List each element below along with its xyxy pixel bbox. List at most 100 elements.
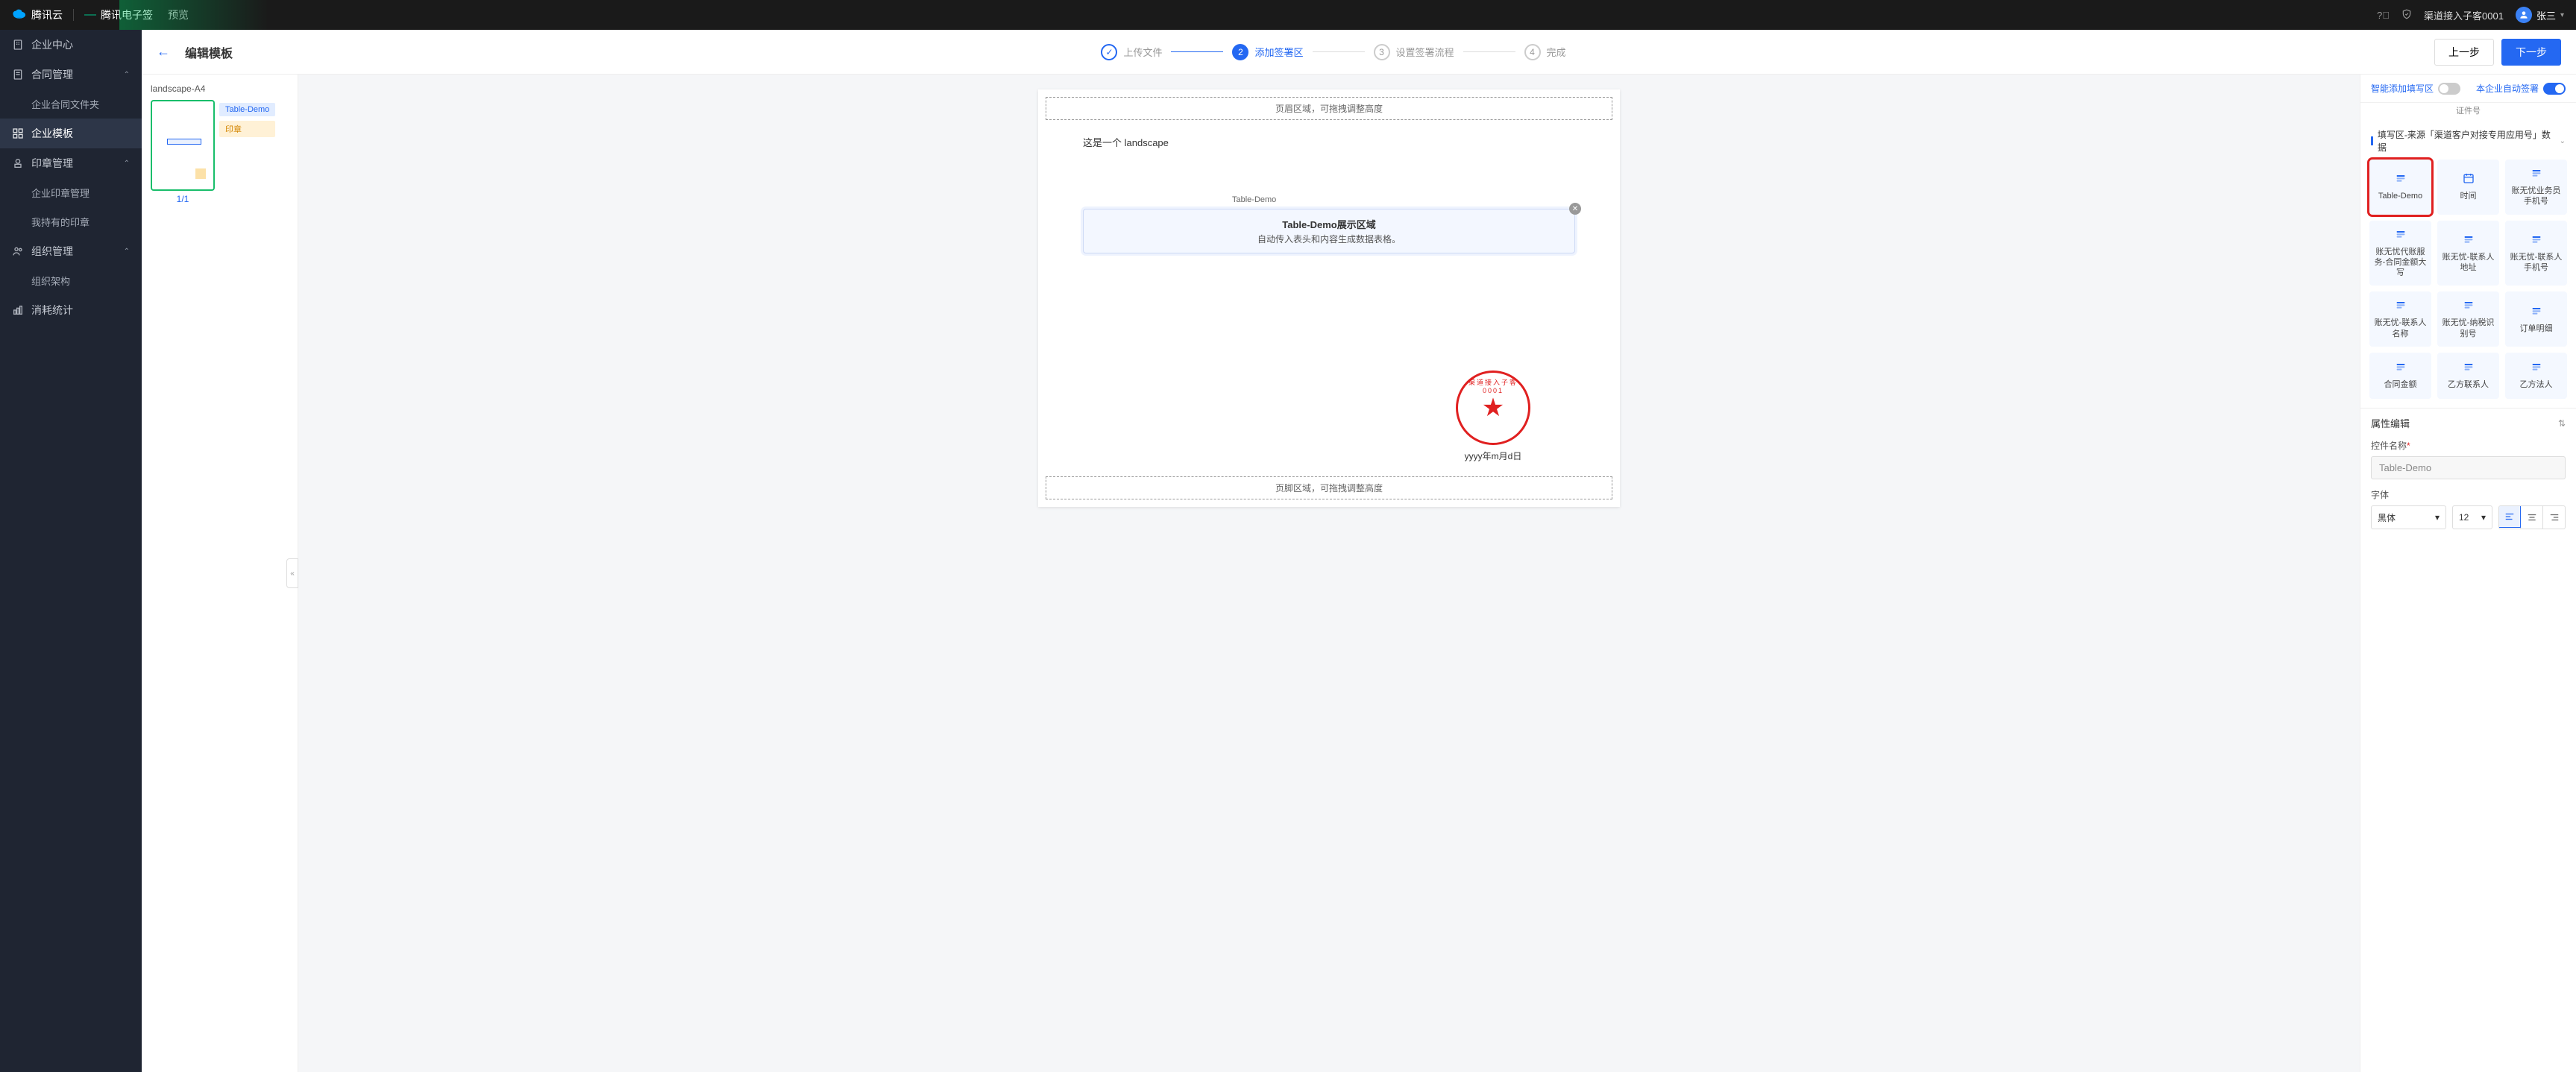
step-2: 2添加签署区 [1232, 44, 1303, 60]
thumb-tag-table[interactable]: Table-Demo [219, 103, 275, 116]
product-icon: ⎯⎯ [84, 8, 96, 22]
tile-label: 账无忧-联系人地址 [2440, 252, 2496, 274]
brand-text: 腾讯云 [31, 7, 63, 22]
field-tile-Table-Demo[interactable]: Table-Demo [2369, 160, 2431, 215]
org-name: 渠道接入子客0001 [2424, 8, 2504, 22]
form-icon [2463, 361, 2475, 375]
tile-label: 乙方法人 [2520, 379, 2553, 390]
sidebar-item-企业合同文件夹[interactable]: 企业合同文件夹 [0, 89, 142, 119]
field-tile-乙方法人[interactable]: 乙方法人 [2505, 353, 2567, 399]
tile-label: 账无忧业务员手机号 [2508, 186, 2564, 207]
id-number-label: 证件号 [2360, 103, 2576, 122]
property-collapse-button[interactable]: ⇅ [2558, 418, 2566, 429]
prev-step-button[interactable]: 上一步 [2434, 39, 2494, 66]
align-right-button[interactable] [2542, 506, 2565, 529]
table-demo-widget[interactable]: Table-Demo ✕ Table-Demo展示区域 自动传入表头和内容生成数… [1083, 209, 1575, 253]
thumb-tag-seal[interactable]: 印章 [219, 121, 275, 137]
control-name-input[interactable] [2371, 456, 2566, 479]
header-drop-zone[interactable]: 页眉区域，可拖拽调整高度 [1046, 97, 1612, 120]
chevron-up-icon: ⌃ [124, 247, 130, 256]
field-tile-账无忧代账服务-合同金额大写[interactable]: 账无忧代账服务-合同金额大写 [2369, 221, 2431, 286]
user-menu[interactable]: 张三 ▾ [2516, 7, 2564, 23]
thumbnail-seal-marker [195, 168, 206, 179]
brand-logo[interactable]: 腾讯云 [12, 7, 63, 22]
chevron-down-icon: ▾ [2481, 512, 2486, 523]
seal-stamp[interactable]: 渠道接入子客0001 ★ [1456, 371, 1530, 445]
sidebar-item-我持有的印章[interactable]: 我持有的印章 [0, 207, 142, 236]
document-name: landscape-A4 [151, 83, 289, 94]
auto-sign-toggle[interactable] [2543, 83, 2566, 95]
step-4: 4 完成 [1524, 44, 1566, 60]
shield-icon[interactable] [2401, 9, 2412, 22]
field-tile-乙方联系人[interactable]: 乙方联系人 [2437, 353, 2499, 399]
canvas[interactable]: 页眉区域，可拖拽调整高度 这是一个 landscape Table-Demo ✕… [298, 75, 2360, 1072]
step-circle: 3 [1374, 44, 1390, 60]
widget-title: Table-Demo展示区域 [1091, 217, 1567, 231]
field-tile-账无忧-联系人地址[interactable]: 账无忧-联系人地址 [2437, 221, 2499, 286]
topbar: 腾讯云 ⎯⎯ 腾讯电子签 预览 ?⃝ 渠道接入子客0001 张三 ▾ [0, 0, 2576, 30]
field-tile-时间[interactable]: 时间 [2437, 160, 2499, 215]
smart-add-label: 智能添加填写区 [2371, 82, 2434, 95]
username: 张三 [2536, 8, 2556, 22]
thumbnail-panel: landscape-A4 Table-Demo 印章 1/1 « [142, 75, 298, 1072]
sidebar-item-组织架构[interactable]: 组织架构 [0, 266, 142, 295]
form-icon [2463, 299, 2475, 313]
field-tile-订单明细[interactable]: 订单明细 [2505, 291, 2567, 347]
smart-add-toggle[interactable] [2438, 83, 2460, 95]
next-step-button[interactable]: 下一步 [2501, 39, 2561, 66]
text-align-group [2498, 505, 2566, 529]
sidebar-item-印章管理[interactable]: 印章管理⌃ [0, 148, 142, 178]
font-size-select[interactable]: 12▾ [2452, 505, 2492, 529]
sidebar-item-企业模板[interactable]: 企业模板 [0, 119, 142, 148]
sidebar-item-企业中心[interactable]: 企业中心 [0, 30, 142, 60]
seal-area[interactable]: 渠道接入子客0001 ★ yyyy年m月d日 [1456, 371, 1530, 462]
form-icon [2463, 233, 2475, 247]
sidebar-item-企业印章管理[interactable]: 企业印章管理 [0, 178, 142, 207]
page-thumbnail[interactable] [151, 100, 215, 191]
page-body-text: 这是一个 landscape [1083, 135, 1575, 149]
chevron-down-icon: ▾ [2435, 512, 2440, 523]
chevron-down-icon: ▾ [2560, 11, 2564, 19]
form-icon [2395, 361, 2407, 375]
step-circle: 4 [1524, 44, 1541, 60]
step-label: 添加签署区 [1254, 45, 1303, 59]
step-label: 完成 [1547, 45, 1566, 59]
align-center-button[interactable] [2520, 506, 2542, 529]
page-title: 编辑模板 [185, 43, 233, 61]
editor-header: ← 编辑模板 上传文件 2添加签署区 3设置签署流程 4 完成 上一步 下一步 [142, 30, 2576, 75]
field-tile-账无忧-联系人手机号[interactable]: 账无忧-联系人手机号 [2505, 221, 2567, 286]
field-tile-合同金额[interactable]: 合同金额 [2369, 353, 2431, 399]
tile-label: 合同金额 [2384, 379, 2417, 390]
form-icon [2531, 167, 2542, 181]
back-button[interactable]: ← [157, 44, 170, 60]
tile-label: Table-Demo [2378, 191, 2422, 201]
widget-close-button[interactable]: ✕ [1569, 203, 1581, 215]
calendar-icon [2463, 172, 2475, 186]
footer-drop-zone[interactable]: 页脚区域，可拖拽调整高度 [1046, 476, 1612, 499]
chevron-up-icon: ⌃ [124, 71, 130, 79]
font-label: 字体 [2371, 488, 2566, 501]
tile-label: 账无忧-联系人名称 [2372, 318, 2428, 339]
form-icon [2395, 228, 2407, 242]
sidebar-item-消耗统计[interactable]: 消耗统计 [0, 295, 142, 325]
page-number: 1/1 [151, 194, 215, 204]
form-icon [2531, 361, 2542, 375]
field-tile-账无忧-联系人名称[interactable]: 账无忧-联系人名称 [2369, 291, 2431, 347]
widget-label: Table-Demo [1232, 195, 1276, 204]
tile-label: 账无忧-纳税识别号 [2440, 318, 2496, 339]
sidebar-item-合同管理[interactable]: 合同管理⌃ [0, 60, 142, 89]
step-3: 3设置签署流程 [1374, 44, 1454, 60]
step-label: 上传文件 [1123, 45, 1162, 59]
document-page[interactable]: 页眉区域，可拖拽调整高度 这是一个 landscape Table-Demo ✕… [1038, 89, 1620, 507]
field-tile-账无忧-纳税识别号[interactable]: 账无忧-纳税识别号 [2437, 291, 2499, 347]
sidebar-item-组织管理[interactable]: 组织管理⌃ [0, 236, 142, 266]
field-section-header[interactable]: 填写区-来源「渠道客户对接专用应用号」数据 ⌄ [2360, 122, 2576, 160]
field-tile-账无忧业务员手机号[interactable]: 账无忧业务员手机号 [2505, 160, 2567, 215]
form-icon [2395, 172, 2407, 186]
auto-sign-label: 本企业自动签署 [2476, 82, 2539, 95]
collapse-thumbnail-button[interactable]: « [286, 558, 298, 588]
align-left-button[interactable] [2498, 505, 2521, 528]
font-family-select[interactable]: 黑体▾ [2371, 505, 2446, 529]
help-icon[interactable]: ?⃝ [2377, 10, 2390, 21]
product-name[interactable]: ⎯⎯ 腾讯电子签 [84, 7, 153, 22]
